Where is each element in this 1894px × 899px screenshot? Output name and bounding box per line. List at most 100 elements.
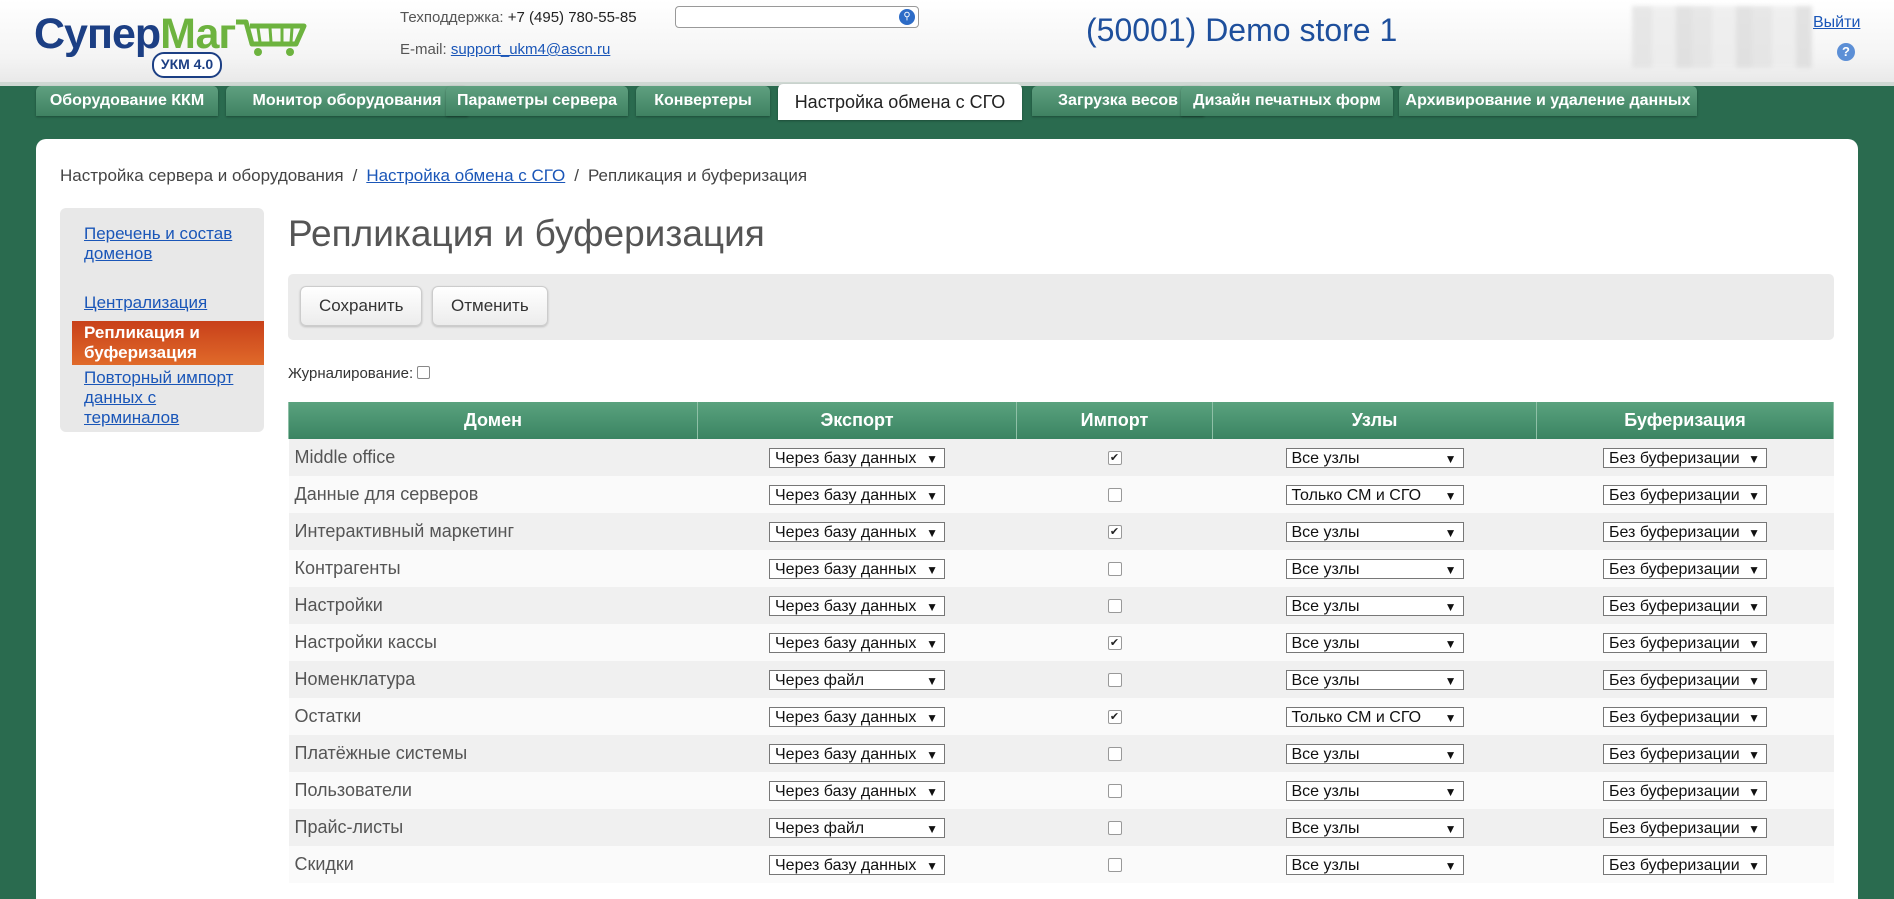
- import-checkbox[interactable]: ✔: [1107, 451, 1122, 466]
- buffering-select[interactable]: Без буферизации ▼: [1603, 596, 1767, 617]
- domain-name: Контрагенты: [288, 550, 698, 587]
- chevron-down-icon: ▼: [926, 600, 938, 615]
- nodes-select[interactable]: Все узлы ▼: [1285, 855, 1464, 876]
- support-email-link[interactable]: support_ukm4@ascn.ru: [451, 41, 610, 58]
- col-export: Экспорт: [697, 402, 1017, 439]
- buffering-select[interactable]: Без буферизации ▼: [1603, 744, 1767, 765]
- import-checkbox[interactable]: [1107, 599, 1122, 614]
- chevron-down-icon: ▼: [926, 563, 938, 578]
- cart-icon: [236, 19, 307, 56]
- import-checkbox[interactable]: [1107, 673, 1122, 688]
- check-icon: ✔: [1109, 526, 1120, 539]
- buffering-select[interactable]: Без буферизации ▼: [1603, 781, 1767, 802]
- buffering-select[interactable]: Без буферизации ▼: [1603, 818, 1767, 839]
- tab-print-forms-design[interactable]: Дизайн печатных форм: [1181, 86, 1393, 116]
- export-select[interactable]: Через базу данных ▼: [769, 448, 945, 469]
- support-info: Техподдержка: +7 (495) 780-55-85 E-mail:…: [400, 9, 637, 58]
- chevron-down-icon: ▼: [1444, 489, 1457, 504]
- nodes-select[interactable]: Все узлы ▼: [1285, 522, 1464, 543]
- import-checkbox[interactable]: [1107, 858, 1122, 873]
- breadcrumb-root: Настройка сервера и оборудования: [60, 166, 344, 185]
- nodes-select[interactable]: Все узлы ▼: [1285, 448, 1464, 469]
- sidenav-item-centralization[interactable]: Централизация: [84, 293, 254, 313]
- chevron-down-icon: ▼: [1748, 637, 1760, 652]
- header-search-input[interactable]: ⚲: [675, 6, 919, 28]
- export-select[interactable]: Через базу данных ▼: [769, 559, 945, 580]
- table-row: Номенклатура Через файл ▼ Все узлы ▼ Без буфе…: [288, 661, 1834, 698]
- domain-name: Номенклатура: [288, 661, 698, 698]
- export-select[interactable]: Через базу данных ▼: [769, 485, 945, 506]
- nodes-select[interactable]: Все узлы ▼: [1285, 633, 1464, 654]
- domain-name: Настройки: [288, 587, 698, 624]
- buffering-select[interactable]: Без буферизации ▼: [1603, 485, 1767, 506]
- sidenav-item-reimport[interactable]: Повторный импорт данных с терминалов: [84, 368, 254, 428]
- table-header-row: Домен Экспорт Импорт Узлы Буферизация: [288, 402, 1834, 439]
- sidenav-item-replication[interactable]: Репликация и буферизация: [72, 321, 264, 365]
- tab-equipment-monitor[interactable]: Монитор оборудования: [226, 86, 468, 116]
- export-select[interactable]: Через базу данных ▼: [769, 707, 945, 728]
- export-select[interactable]: Через файл ▼: [769, 670, 945, 691]
- chevron-down-icon: ▼: [1748, 563, 1760, 578]
- tab-sgo-exchange[interactable]: Настройка обмена с СГО: [778, 84, 1022, 120]
- import-checkbox[interactable]: [1107, 821, 1122, 836]
- export-select[interactable]: Через файл ▼: [769, 818, 945, 839]
- import-checkbox[interactable]: ✔: [1107, 636, 1122, 651]
- breadcrumb-parent-link[interactable]: Настройка обмена с СГО: [366, 166, 565, 185]
- table-row: Пользователи Через базу данных ▼ Все узлы ▼ Б…: [288, 772, 1834, 809]
- tab-scales-loading[interactable]: Загрузка весов: [1032, 86, 1204, 116]
- logout-link[interactable]: Выйти: [1813, 14, 1860, 32]
- buffering-select[interactable]: Без буферизации ▼: [1603, 559, 1767, 580]
- tab-archiving[interactable]: Архивирование и удаление данных: [1399, 86, 1697, 116]
- logging-checkbox[interactable]: [417, 366, 431, 379]
- import-checkbox[interactable]: [1107, 747, 1122, 762]
- tab-converters[interactable]: Конвертеры: [636, 86, 770, 116]
- export-select[interactable]: Через базу данных ▼: [769, 781, 945, 802]
- support-phone: +7 (495) 780-55-85: [507, 9, 637, 26]
- nodes-select[interactable]: Все узлы ▼: [1285, 670, 1464, 691]
- save-button[interactable]: Сохранить: [300, 286, 423, 326]
- chevron-down-icon: ▼: [1748, 785, 1760, 800]
- col-nodes: Узлы: [1212, 402, 1537, 439]
- nodes-select[interactable]: Только СМ и СГО ▼: [1285, 707, 1464, 728]
- nodes-select[interactable]: Все узлы ▼: [1285, 818, 1464, 839]
- import-checkbox[interactable]: ✔: [1107, 710, 1122, 725]
- export-select[interactable]: Через базу данных ▼: [769, 633, 945, 654]
- import-checkbox[interactable]: [1107, 562, 1122, 577]
- buffering-select[interactable]: Без буферизации ▼: [1603, 448, 1767, 469]
- buffering-select[interactable]: Без буферизации ▼: [1603, 707, 1767, 728]
- buffering-select[interactable]: Без буферизации ▼: [1603, 522, 1767, 543]
- chevron-down-icon: ▼: [1748, 711, 1760, 726]
- domain-name: Данные для серверов: [288, 476, 698, 513]
- nodes-select[interactable]: Все узлы ▼: [1285, 781, 1464, 802]
- chevron-down-icon: ▼: [1444, 859, 1457, 874]
- sidenav-item-domains[interactable]: Перечень и состав доменов: [84, 224, 254, 264]
- chevron-down-icon: ▼: [1444, 600, 1457, 615]
- export-select[interactable]: Через базу данных ▼: [769, 596, 945, 617]
- import-checkbox[interactable]: [1107, 488, 1122, 503]
- chevron-down-icon: ▼: [926, 748, 938, 763]
- export-select[interactable]: Через базу данных ▼: [769, 522, 945, 543]
- support-label: Техподдержка:: [400, 9, 504, 26]
- export-select[interactable]: Через базу данных ▼: [769, 744, 945, 765]
- chevron-down-icon: ▼: [1748, 674, 1760, 689]
- logging-label: Журналирование:: [288, 365, 414, 382]
- buffering-select[interactable]: Без буферизации ▼: [1603, 633, 1767, 654]
- chevron-down-icon: ▼: [926, 711, 938, 726]
- domain-name: Скидки: [288, 846, 698, 883]
- nodes-select[interactable]: Только СМ и СГО ▼: [1285, 485, 1464, 506]
- import-checkbox[interactable]: ✔: [1107, 525, 1122, 540]
- buffering-select[interactable]: Без буферизации ▼: [1603, 670, 1767, 691]
- nodes-select[interactable]: Все узлы ▼: [1285, 744, 1464, 765]
- nodes-select[interactable]: Все узлы ▼: [1285, 559, 1464, 580]
- search-icon[interactable]: ⚲: [899, 9, 915, 25]
- import-checkbox[interactable]: [1107, 784, 1122, 799]
- help-icon[interactable]: ?: [1837, 43, 1855, 61]
- cancel-button[interactable]: Отменить: [432, 286, 548, 326]
- buffering-select[interactable]: Без буферизации ▼: [1603, 855, 1767, 876]
- logo[interactable]: СуперМаг УКМ 4.0: [34, 8, 307, 78]
- nodes-select[interactable]: Все узлы ▼: [1285, 596, 1464, 617]
- export-select[interactable]: Через базу данных ▼: [769, 855, 945, 876]
- tab-server-params[interactable]: Параметры сервера: [446, 86, 628, 116]
- tab-kkm-equipment[interactable]: Оборудование ККМ: [36, 86, 218, 116]
- domain-name: Платёжные системы: [288, 735, 698, 772]
